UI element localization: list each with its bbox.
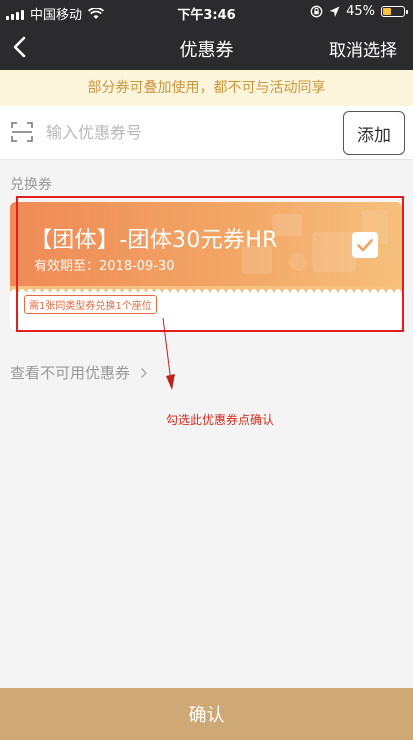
coupon-code-input[interactable] bbox=[46, 119, 326, 145]
nav-bar: 优惠券 取消选择 bbox=[0, 24, 413, 70]
coupon-code-row: 添加 bbox=[0, 106, 413, 160]
scan-icon[interactable] bbox=[10, 120, 34, 144]
battery-percent: 45% bbox=[346, 4, 375, 19]
status-right: 45% bbox=[310, 4, 408, 19]
chevron-right-icon bbox=[140, 367, 148, 378]
annotation-arrow bbox=[162, 317, 175, 390]
notice-banner: 部分券可叠加使用，都不可与活动同享 bbox=[0, 70, 413, 106]
annotation-highlight-box bbox=[16, 196, 404, 332]
unavailable-link-label: 查看不可用优惠券 bbox=[10, 364, 131, 382]
lock-rotation-icon bbox=[310, 5, 323, 18]
view-unavailable-coupons-link[interactable]: 查看不可用优惠券 bbox=[10, 362, 148, 383]
add-button[interactable]: 添加 bbox=[343, 111, 405, 155]
battery-icon bbox=[381, 6, 408, 17]
battery-level-fill bbox=[383, 8, 391, 15]
location-icon bbox=[329, 6, 340, 17]
confirm-button[interactable]: 确认 bbox=[0, 688, 413, 740]
cancel-selection-button[interactable]: 取消选择 bbox=[329, 36, 397, 61]
status-bar: 中国移动 下午3:46 45% bbox=[0, 0, 413, 24]
section-label-exchange: 兑换券 bbox=[10, 177, 52, 193]
annotation-text: 勾选此优惠券点确认 bbox=[166, 413, 275, 427]
